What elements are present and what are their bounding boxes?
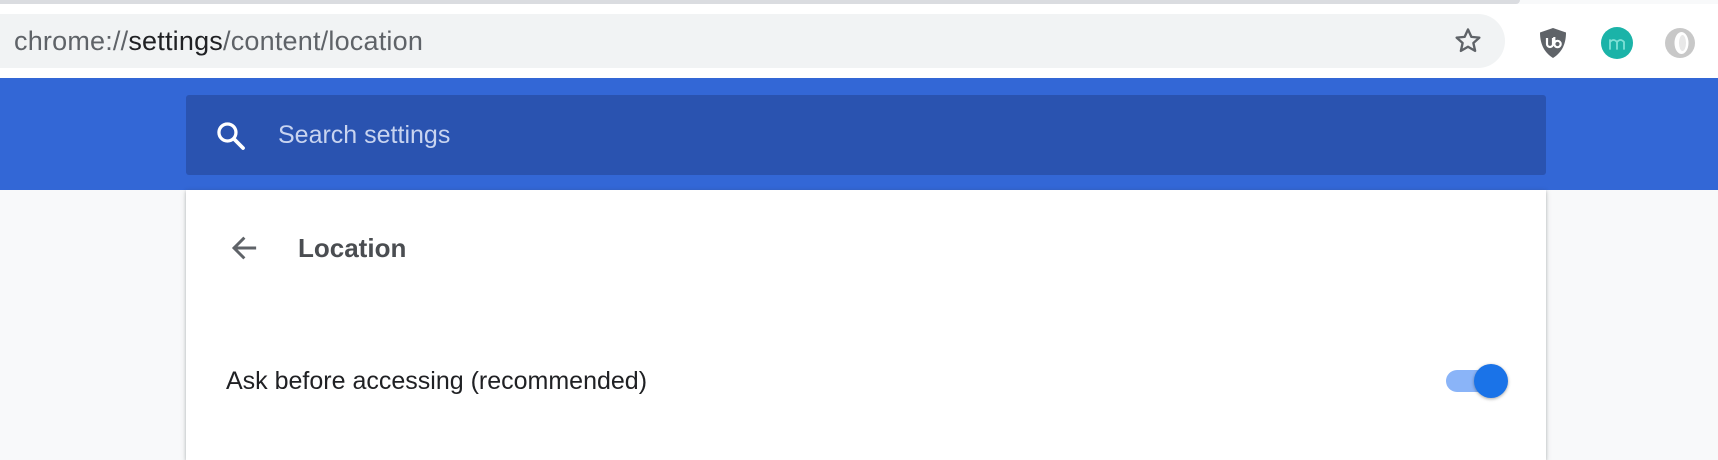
page-title: Location (298, 233, 407, 263)
settings-card: Location Ask before accessing (recommend… (186, 190, 1546, 460)
search-input[interactable] (278, 95, 1518, 175)
arrow-back-icon (231, 236, 257, 260)
url-path: /content/location (223, 25, 424, 56)
toggle-knob (1474, 364, 1508, 398)
m-avatar-icon[interactable] (1600, 26, 1634, 60)
url-scheme: chrome:// (14, 25, 129, 56)
back-button[interactable] (222, 226, 266, 270)
address-bar[interactable]: chrome://settings/content/location (0, 14, 1505, 68)
setting-row-ask-before-accessing: Ask before accessing (recommended) (186, 350, 1546, 412)
search-box[interactable] (186, 95, 1546, 175)
search-icon (217, 122, 245, 150)
opera-icon[interactable] (1663, 26, 1697, 60)
url-host: settings (128, 25, 223, 56)
url-text[interactable]: chrome://settings/content/location (14, 26, 423, 57)
ask-before-accessing-toggle[interactable] (1444, 362, 1510, 398)
ublock-shield-icon[interactable] (1536, 26, 1570, 60)
browser-toolbar: chrome://settings/content/location (0, 4, 1718, 78)
settings-header (0, 78, 1718, 190)
star-icon[interactable] (1453, 26, 1483, 56)
setting-label: Ask before accessing (recommended) (226, 367, 648, 395)
